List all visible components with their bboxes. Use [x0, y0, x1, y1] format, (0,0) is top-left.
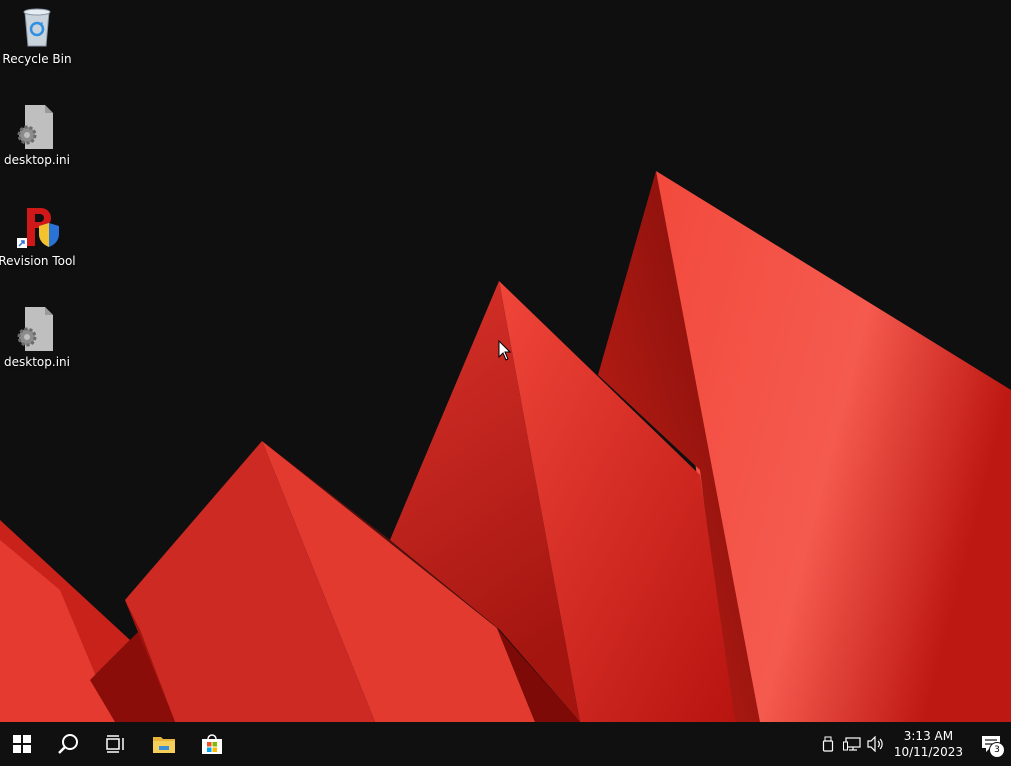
clock[interactable]: 3:13 AM 10/11/2023	[888, 728, 971, 760]
start-button[interactable]	[0, 722, 44, 766]
speaker-volume-icon	[867, 736, 883, 752]
desktop-icon-desktop-ini-2[interactable]: desktop.ini	[0, 305, 74, 369]
file-explorer-button[interactable]	[140, 722, 188, 766]
desktop-icon-label: Revision Tool	[0, 254, 76, 268]
clock-time: 3:13 AM	[903, 729, 954, 743]
volume-tray-button[interactable]	[864, 722, 888, 766]
usb-device-tray-button[interactable]	[816, 722, 840, 766]
microsoft-store-button[interactable]	[188, 722, 236, 766]
task-view-button[interactable]	[92, 722, 140, 766]
search-icon	[58, 734, 78, 754]
revision-tool-icon	[17, 208, 59, 248]
file-explorer-icon	[153, 737, 175, 753]
desktop-icon-label: desktop.ini	[4, 153, 70, 167]
windows-start-icon	[13, 735, 31, 753]
mouse-cursor-icon	[498, 340, 512, 361]
clock-date: 10/11/2023	[893, 745, 963, 759]
desktop-icon-revision-tool[interactable]: Revision Tool	[0, 204, 76, 268]
task-view-icon	[106, 735, 124, 753]
notification-count-badge: 3	[989, 742, 1005, 758]
desktop-icon-recycle-bin[interactable]: Recycle Bin	[0, 2, 74, 66]
network-icon	[842, 737, 861, 751]
settings-file-icon	[17, 307, 53, 351]
action-center-button[interactable]: 3	[971, 722, 1011, 766]
microsoft-store-icon	[202, 734, 222, 754]
search-button[interactable]	[44, 722, 92, 766]
desktop-icon-desktop-ini-1[interactable]: desktop.ini	[0, 103, 74, 167]
desktop-icon-label: Recycle Bin	[2, 52, 72, 66]
taskbar: 3:13 AM 10/11/2023 3	[0, 722, 1011, 766]
recycle-bin-icon	[23, 8, 51, 47]
settings-file-icon	[17, 105, 53, 149]
network-tray-button[interactable]	[840, 722, 864, 766]
desktop-icon-label: desktop.ini	[4, 355, 70, 369]
system-tray: 3:13 AM 10/11/2023 3	[816, 722, 1011, 766]
usb-drive-icon	[822, 736, 833, 752]
